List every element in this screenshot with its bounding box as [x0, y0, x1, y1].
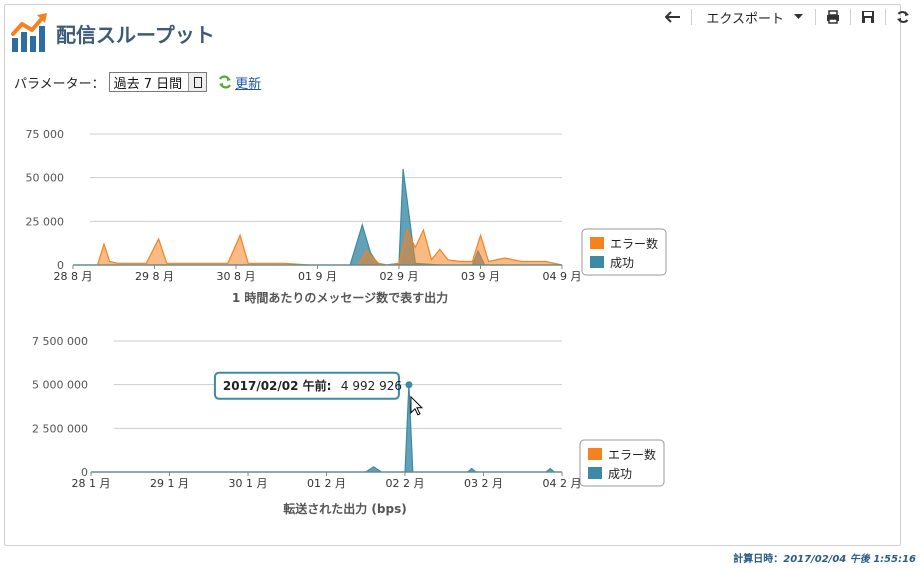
back-arrow-icon	[665, 11, 681, 23]
legend-swatch	[590, 256, 604, 268]
tooltip-label: 2017/02/02 午前:	[223, 378, 332, 393]
x-tick-label: 29 1 月	[150, 477, 189, 490]
y-tick-label: 25 000	[26, 215, 65, 228]
print-button[interactable]	[820, 6, 846, 28]
chevron-down-icon	[794, 14, 803, 19]
series-area-success	[73, 168, 562, 266]
refresh-icon	[219, 75, 232, 89]
refresh-label[interactable]: 更新	[235, 73, 261, 92]
data-tooltip: 2017/02/02 午前: 4 992 926	[213, 371, 402, 400]
toolbar-divider	[815, 9, 816, 25]
reload-button[interactable]	[890, 6, 916, 28]
y-tick-label: 50 000	[26, 172, 65, 185]
back-button[interactable]	[659, 6, 687, 28]
x-tick-label: 02 2 月	[386, 477, 425, 490]
chart-caption: 1 時間あたりのメッセージ数で表す出力	[232, 290, 448, 305]
series-area-errors	[73, 228, 563, 266]
x-tick-label: 28 8 月	[54, 270, 93, 283]
toolbar-divider	[885, 9, 886, 25]
x-tick-label: 30 8 月	[217, 270, 256, 283]
export-dropdown[interactable]: エクスポート	[696, 6, 811, 28]
x-tick-label: 02 9 月	[380, 270, 419, 283]
computed-timestamp: 計算日時：2017/02/04 午後 1:55:16	[733, 550, 916, 565]
legend-swatch	[590, 237, 604, 249]
x-tick-label: 01 2 月	[307, 477, 346, 490]
legend-swatch	[588, 467, 602, 479]
x-tick-label: 03 2 月	[464, 477, 503, 490]
x-tick-label: 30 1 月	[229, 477, 268, 490]
period-select[interactable]: 過去 7 日間	[108, 72, 208, 92]
period-select-value: 過去 7 日間	[113, 76, 183, 92]
x-tick-label: 28 1 月	[72, 477, 111, 490]
toolbar-divider	[850, 9, 851, 25]
y-tick-label: 5 000 000	[32, 379, 88, 392]
print-icon	[827, 10, 839, 24]
chart-caption: 転送された出力 (bps)	[283, 501, 406, 516]
calendar-icon[interactable]	[188, 73, 207, 91]
legend-swatch	[588, 448, 602, 460]
mouse-cursor-icon	[410, 395, 424, 416]
x-tick-label: 04 9 月	[543, 270, 582, 283]
legend-label: エラー数	[610, 236, 658, 251]
tooltip-value: 4 992 926	[341, 379, 402, 393]
y-tick-label: 2 500 000	[32, 422, 88, 435]
reload-icon	[897, 11, 909, 23]
save-button[interactable]	[855, 6, 881, 28]
legend-label: 成功	[608, 467, 632, 481]
chart-logo-icon	[11, 13, 47, 52]
parameter-row: パラメーター： 過去 7 日間 更新	[14, 72, 261, 92]
page-title: 配信スループット	[56, 22, 215, 47]
toolbar-divider	[691, 9, 693, 25]
messages-per-hour-chart: 75 00050 00025 000028 8 月 29 8 月 30 8 月 01 …	[26, 128, 667, 305]
legend-label: 成功	[610, 256, 634, 270]
tooltip-marker	[405, 381, 413, 389]
toolbar: エクスポート	[659, 6, 916, 28]
x-tick-label: 01 9 月	[298, 270, 337, 283]
computed-timestamp-label: 計算日時：	[733, 554, 784, 565]
parameter-label: パラメーター：	[14, 76, 105, 92]
chart-legend: エラー数成功	[579, 439, 665, 487]
computed-timestamp-value: 2017/02/04 午後 1:55:16	[783, 554, 916, 565]
x-tick-label: 04 2 月	[543, 477, 582, 490]
transfer-throughput-chart: 7 500 0005 000 0002 500 000028 1 月 29 1 月…	[32, 335, 665, 516]
chart-legend: エラー数成功	[581, 228, 667, 276]
y-tick-label: 7 500 000	[32, 335, 88, 348]
save-icon	[862, 11, 874, 23]
x-tick-label: 29 8 月	[135, 270, 174, 283]
y-tick-label: 75 000	[26, 128, 65, 141]
export-label: エクスポート	[706, 11, 784, 27]
refresh-link[interactable]: 更新	[217, 73, 261, 92]
page-header: 配信スループット	[10, 12, 215, 54]
x-tick-label: 03 9 月	[461, 270, 500, 283]
legend-label: エラー数	[608, 447, 656, 462]
